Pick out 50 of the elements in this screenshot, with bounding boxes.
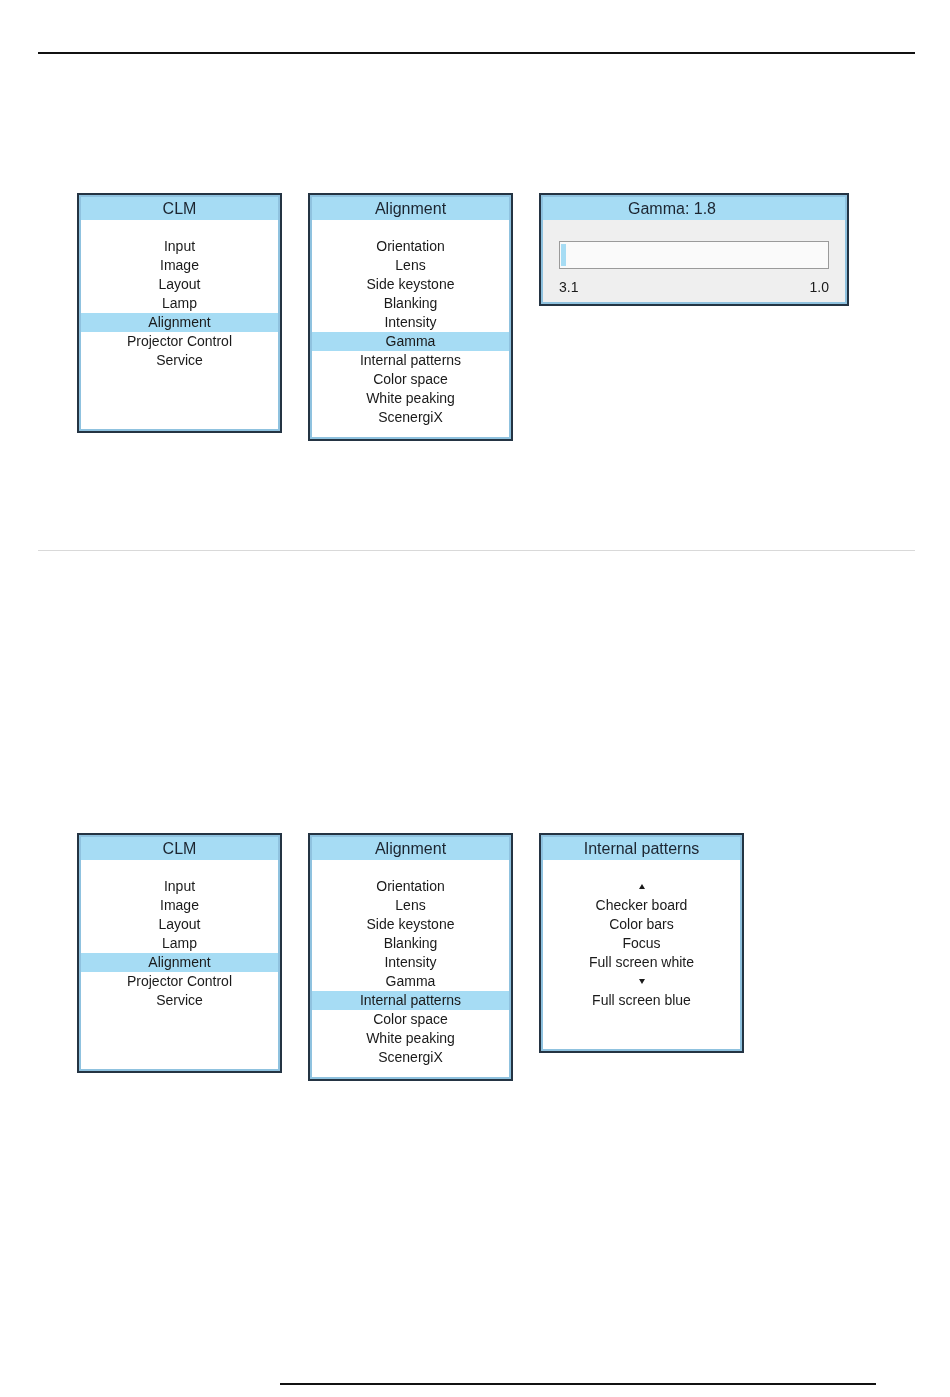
menu-item[interactable]: Layout [81,915,278,934]
menu-item[interactable]: Full screen white [543,953,740,972]
menu-item[interactable]: Color space [312,370,509,389]
menu-item[interactable]: Gamma [312,972,509,991]
menu-item[interactable]: Side keystone [312,275,509,294]
up-triangle-icon [638,884,645,889]
menu-title: Alignment [312,837,509,860]
menu-item[interactable]: ScenergiX [312,1048,509,1067]
menu-item[interactable]: Orientation [312,237,509,256]
menu-item[interactable]: Alignment [81,313,278,332]
menu-item[interactable]: Lens [312,896,509,915]
menu-item[interactable]: Image [81,256,278,275]
menu-item[interactable]: Color bars [543,915,740,934]
menu-title: Internal patterns [543,837,740,860]
menu-item[interactable]: Side keystone [312,915,509,934]
menu-item[interactable]: Lamp [81,934,278,953]
menu-item[interactable]: White peaking [312,389,509,408]
menu-item[interactable]: White peaking [312,1029,509,1048]
slider-max-label: 1.0 [809,278,829,296]
slider-min-label: 3.1 [559,278,579,296]
menu-item[interactable]: Internal patterns [312,991,509,1010]
menu-item[interactable]: Full screen blue [543,991,740,1010]
menu-item[interactable]: Lens [312,256,509,275]
down-triangle-icon [638,979,645,984]
menu-title: CLM [81,197,278,220]
menu-item[interactable]: Gamma [312,332,509,351]
menu-title: Alignment [312,197,509,220]
slider-track[interactable] [559,241,829,269]
menu-item[interactable]: Intensity [312,953,509,972]
menu-item[interactable]: Internal patterns [312,351,509,370]
menu-item[interactable]: Blanking [312,934,509,953]
menu-item[interactable]: Input [81,237,278,256]
menu-item[interactable]: Input [81,877,278,896]
menu-item[interactable]: Lamp [81,294,278,313]
menu-item[interactable]: Checker board [543,896,740,915]
menu-item[interactable]: Color space [312,1010,509,1029]
menu-item[interactable]: Orientation [312,877,509,896]
menu-item[interactable]: Alignment [81,953,278,972]
menu-item[interactable]: Projector Control [81,332,278,351]
menu-item[interactable]: Service [81,351,278,370]
menu-item[interactable]: Intensity [312,313,509,332]
slider-title: Gamma: 1.8 [543,197,845,220]
menu-item[interactable]: Layout [81,275,278,294]
menu-item[interactable]: ScenergiX [312,408,509,427]
menu-item[interactable]: Focus [543,934,740,953]
menu-item[interactable]: Blanking [312,294,509,313]
menu-title: CLM [81,837,278,860]
menu-item[interactable]: Image [81,896,278,915]
menu-item[interactable]: Service [81,991,278,1010]
menu-item[interactable]: Projector Control [81,972,278,991]
